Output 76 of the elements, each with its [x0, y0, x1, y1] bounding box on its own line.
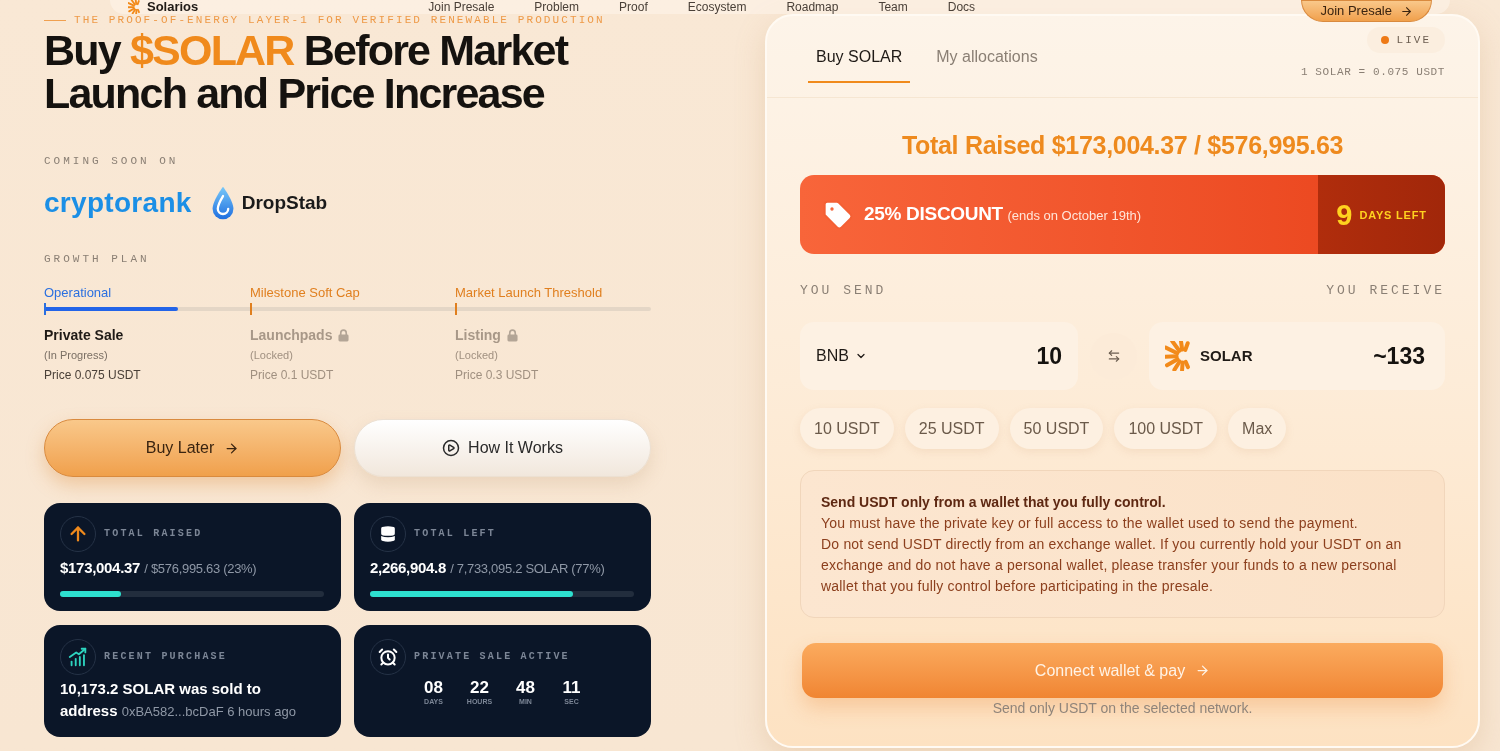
hero-headline: Buy $SOLAR Before Market Launch and Price Increase [44, 29, 569, 115]
buy-later-button[interactable]: Buy Later [44, 419, 341, 477]
arrow-right-icon [224, 440, 240, 456]
milestone-label: Milestone Soft Cap [250, 285, 361, 301]
stage-status: (Locked) [455, 348, 499, 362]
notice-text: Do not send USDT directly from an exchange wallet. If you currently hold your USDT on an exchange and do not have a personal wallet, please transfer your funds to a new personal wallet that you fully control before participating in the presale. [821, 535, 1403, 596]
stat-label: PRIVATE SALE ACTIVE [414, 651, 570, 663]
exchange-rate: 1 SOLAR = 0.075 USDT [1300, 65, 1445, 79]
stage-status: (In Progress) [44, 348, 109, 362]
countdown-value: 48 [516, 678, 535, 697]
stat-label: TOTAL LEFT [414, 528, 496, 540]
send-label: YOU SEND [800, 284, 887, 298]
milestone-tick-icon [44, 303, 46, 315]
stage-name: Listing [455, 326, 501, 344]
nav-link[interactable]: Roadmap [786, 0, 839, 14]
days-count: 9 [1336, 198, 1353, 231]
nav-link[interactable]: Ecosystem [687, 0, 747, 14]
receive-amount: ~133 [1373, 341, 1425, 371]
stat-value: $173,004.37 / $576,995.63 (23%) [60, 559, 258, 578]
token-name: SOLAR [1200, 345, 1253, 366]
stat-value: 2,266,904.8 / 7,733,095.2 SOLAR (77%) [370, 559, 606, 578]
currency-select[interactable]: BNB [816, 344, 867, 368]
section-label: COMING SOON ON [44, 154, 180, 168]
preset-amount-chip[interactable]: 50 USDT [1009, 408, 1104, 449]
stat-label: RECENT PURCHASE [104, 651, 227, 663]
arrow-right-icon [1195, 663, 1211, 678]
lock-icon [338, 328, 350, 342]
discount-text: 25% DISCOUNT (ends on October 19th) [864, 202, 1142, 227]
partner-name: DropStab [241, 191, 328, 215]
notice-title: Send USDT only from a wallet that you fully control. [821, 493, 1167, 512]
nav-link[interactable]: Join Presale [428, 0, 495, 14]
countdown-value: 08 [424, 678, 443, 697]
nav-link[interactable]: Problem [534, 0, 580, 14]
stage-price: Price 0.1 USDT [250, 367, 335, 383]
preset-amount-chip[interactable]: Max [1228, 408, 1287, 449]
notice-text: You must have the private key or full access to the wallet used to send the payment. [821, 514, 1359, 533]
stage-status: (Locked) [250, 348, 294, 362]
section-label: GROWTH PLAN [44, 252, 151, 266]
water-drop-icon [211, 186, 234, 220]
stage-name: Private Sale [44, 326, 124, 344]
milestone-label: Market Launch Threshold [455, 285, 604, 301]
nav-link[interactable]: Docs [947, 0, 976, 14]
preset-amount-chip[interactable]: 25 USDT [904, 408, 999, 449]
brand-name: Solarios [147, 0, 199, 14]
total-raised-heading: Total Raised $173,004.37 / $576,995.63 [900, 130, 1345, 160]
swap-icon [1106, 349, 1121, 363]
countdown-value: 11 [562, 678, 581, 697]
stat-label: TOTAL RAISED [104, 528, 203, 540]
sun-logo-icon [128, 0, 142, 14]
tab[interactable]: My allocations [936, 41, 1038, 83]
network-note: Send only USDT on the selected network. [991, 699, 1254, 717]
receive-label: YOU RECEIVE [1326, 284, 1445, 298]
milestone-tick-icon [455, 303, 457, 315]
stage-price: Price 0.075 USDT [44, 367, 142, 383]
send-amount[interactable]: 10 [1036, 338, 1062, 374]
live-status: LIVE [1396, 33, 1431, 47]
arrow-right-icon [1400, 4, 1413, 18]
countdown-value: 22 [470, 678, 489, 697]
purchase-text: 10,173.2 SOLAR was sold to address 0xBA582...bcDaF 6 hours ago [60, 679, 297, 721]
hero-tagline: THE PROOF-OF-ENERGY LAYER-1 FOR VERIFIED RENEWABLE PRODUCTION [74, 14, 605, 26]
how-it-works-button[interactable]: How It Works [354, 419, 651, 477]
days-label: DAYS LEFT [1359, 207, 1427, 222]
partner-wordmark: cryptorank [44, 186, 192, 220]
join-presale-button[interactable]: Join Presale [1301, 0, 1432, 22]
lock-icon [506, 328, 518, 342]
nav-link[interactable]: Proof [619, 0, 648, 14]
preset-amount-chip[interactable]: 10 USDT [800, 408, 894, 449]
preset-amount-chip[interactable]: 100 USDT [1114, 408, 1218, 449]
stage-name: Launchpads [250, 326, 333, 344]
milestone-label: Operational [44, 285, 113, 301]
tab[interactable]: Buy SOLAR [808, 41, 911, 83]
milestone-tick-icon [250, 303, 252, 315]
stage-price: Price 0.3 USDT [455, 367, 540, 383]
send-amount-field[interactable]: BNB 10 [800, 322, 1078, 390]
play-icon [442, 439, 461, 457]
nav-link[interactable]: Team [878, 0, 908, 14]
